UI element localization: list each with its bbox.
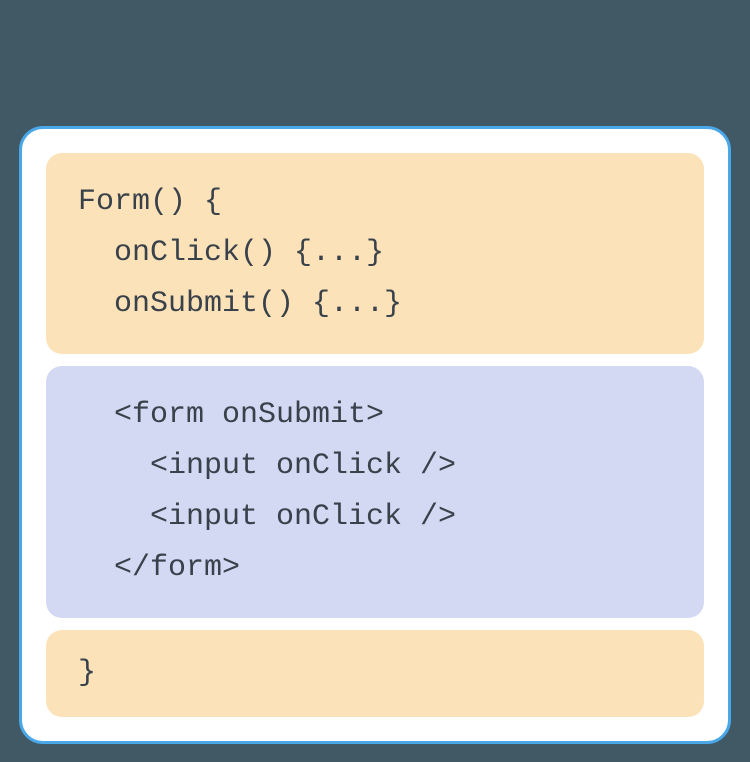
- code-block-function-footer: }: [46, 630, 704, 717]
- code-line: onSubmit() {...}: [78, 287, 402, 321]
- code-block-jsx: <form onSubmit> <input onClick /> <input…: [46, 366, 704, 618]
- code-line: }: [78, 656, 96, 690]
- code-line: <form onSubmit>: [78, 398, 384, 432]
- code-line: <input onClick />: [78, 500, 456, 534]
- code-line: onClick() {...}: [78, 236, 384, 270]
- code-line: Form() {: [78, 185, 222, 219]
- code-diagram-card: Form() { onClick() {...} onSubmit() {...…: [19, 126, 731, 744]
- code-line: </form>: [78, 551, 240, 585]
- code-block-function-header: Form() { onClick() {...} onSubmit() {...…: [46, 153, 704, 354]
- code-line: <input onClick />: [78, 449, 456, 483]
